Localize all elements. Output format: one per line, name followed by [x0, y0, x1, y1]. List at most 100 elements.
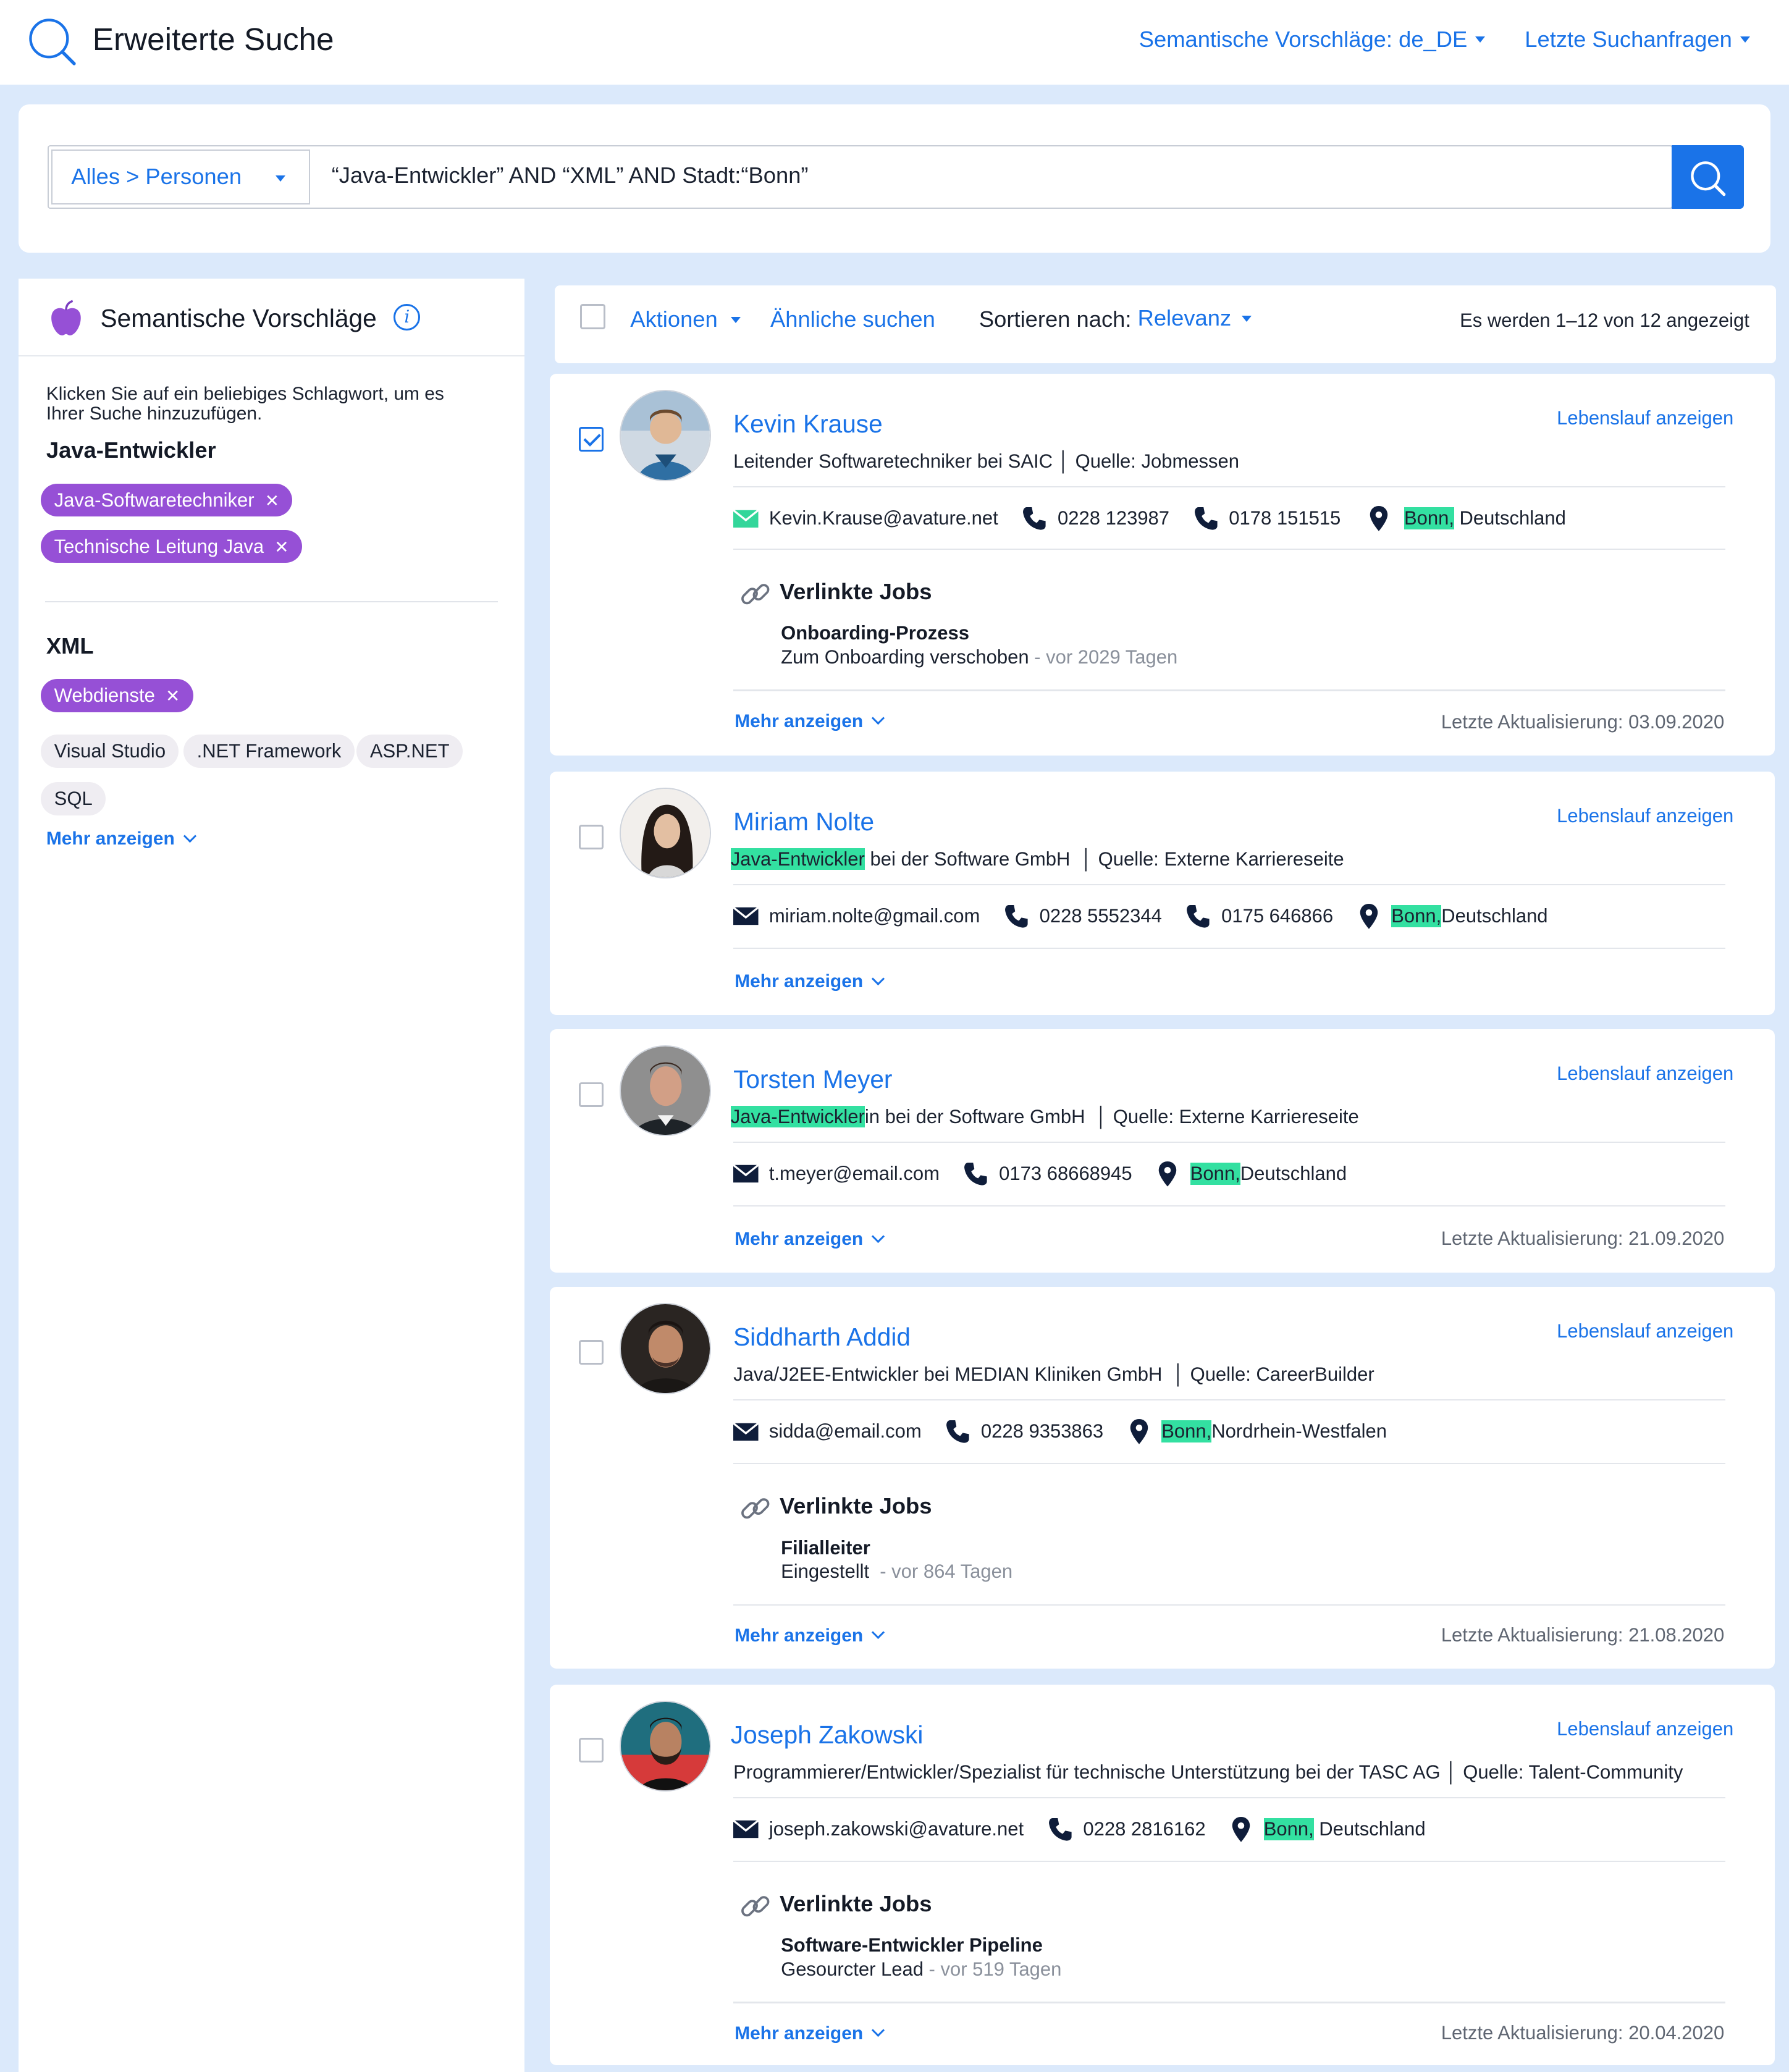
search-icon [1691, 161, 1726, 196]
job-name[interactable]: Filialleiter [781, 1537, 870, 1559]
keyword-chip[interactable]: Technische Leitung Java ✕ [41, 529, 302, 563]
info-icon[interactable]: i [394, 303, 421, 331]
actions-menu[interactable]: Aktionen [630, 306, 741, 332]
divider [733, 947, 1726, 949]
view-cv-link[interactable]: Lebenslauf anzeigen [1557, 1718, 1733, 1740]
show-more-label: Mehr anzeigen [735, 1625, 864, 1646]
candidate-name[interactable]: Kevin Krause [733, 410, 883, 439]
result-checkbox[interactable] [578, 1082, 604, 1108]
last-updated: Letzte Aktualisierung: 21.09.2020 [1441, 1228, 1725, 1250]
result-checkbox[interactable] [578, 1737, 604, 1763]
sort-select[interactable]: Relevanz [1138, 305, 1252, 331]
contact-row: sidda@email.com 0228 9353863 Bonn, Nordrh… [733, 1419, 1410, 1444]
semantic-suggestions-panel: Semantische Vorschläge i Klicken Sie auf… [18, 279, 525, 2072]
divider [733, 883, 1726, 886]
result-checkbox[interactable] [578, 824, 604, 850]
phone-item[interactable]: 0228 5552344 [1004, 904, 1162, 929]
email-item[interactable]: sidda@email.com [733, 1420, 922, 1442]
show-more-link[interactable]: Mehr anzeigen [735, 1625, 885, 1646]
mail-icon [733, 1423, 759, 1441]
divider [733, 548, 1726, 550]
remove-icon[interactable]: ✕ [166, 686, 180, 705]
region-text: Nordrhein-Westfalen [1211, 1420, 1387, 1442]
email-text: miriam.nolte@gmail.com [768, 905, 980, 927]
search-button[interactable] [1671, 145, 1745, 209]
phone-text: 0175 646866 [1221, 905, 1334, 927]
keyword-chip[interactable]: Webdienste ✕ [41, 679, 193, 712]
search-input[interactable]: “Java-Entwickler” AND “XML” AND Stadt:“B… [332, 162, 809, 188]
remove-icon[interactable]: ✕ [274, 537, 288, 557]
show-more-link[interactable]: Mehr anzeigen [735, 2023, 885, 2044]
show-more-label: Mehr anzeigen [735, 710, 864, 731]
show-more-link[interactable]: Mehr anzeigen [735, 1229, 885, 1250]
phone-item[interactable]: 0228 123987 [1022, 506, 1169, 531]
keyword-chip[interactable]: Java-Softwaretechniker ✕ [41, 483, 293, 517]
job-name[interactable]: Software-Entwickler Pipeline [781, 1934, 1043, 1956]
phone-item[interactable]: 0175 646866 [1185, 904, 1333, 929]
source-text: Quelle: Externe Karriereseite [1113, 1106, 1359, 1128]
email-item[interactable]: joseph.zakowski@avature.net [733, 1818, 1024, 1840]
chevron-down-icon [183, 829, 196, 843]
view-cv-link[interactable]: Lebenslauf anzeigen [1557, 1320, 1733, 1342]
select-all-checkbox[interactable] [579, 303, 605, 329]
divider [733, 1142, 1726, 1143]
view-cv-link[interactable]: Lebenslauf anzeigen [1557, 805, 1733, 827]
result-checkbox[interactable] [578, 1339, 604, 1365]
candidate-name[interactable]: Miriam Nolte [733, 807, 874, 836]
view-cv-link[interactable]: Lebenslauf anzeigen [1557, 1063, 1733, 1085]
headline-highlight: Java-Entwickler [730, 1106, 865, 1128]
avatar [620, 1045, 711, 1137]
phone-text: 0228 2816162 [1083, 1818, 1206, 1840]
source-text: Quelle: Externe Karriereseite [1098, 848, 1344, 870]
phone-item[interactable]: 0228 2816162 [1048, 1817, 1206, 1842]
phone-text: 0228 5552344 [1039, 905, 1162, 927]
candidate-name[interactable]: Joseph Zakowski [731, 1720, 924, 1750]
chip-label: Technische Leitung Java [54, 535, 264, 557]
search-bar: Alles > Personen “Java-Entwickler” AND “… [47, 145, 1673, 209]
phone-item[interactable]: 0178 151515 [1193, 506, 1341, 531]
phone-item[interactable]: 0228 9353863 [945, 1419, 1103, 1444]
actions-label: Aktionen [630, 306, 718, 332]
semantic-suggestions-menu[interactable]: Semantische Vorschläge: de_DE [1139, 26, 1486, 53]
sort-label: Sortieren nach: [979, 306, 1132, 332]
remove-icon[interactable]: ✕ [265, 491, 279, 510]
location-pin-icon [1370, 506, 1388, 531]
last-updated: Letzte Aktualisierung: 03.09.2020 [1441, 710, 1725, 733]
chevron-down-icon [872, 2024, 885, 2037]
candidate-name[interactable]: Siddharth Addid [733, 1323, 911, 1352]
divider [733, 1399, 1726, 1401]
suggestion-chip[interactable]: ASP.NET [356, 735, 463, 768]
result-card: Kevin Krause Lebenslauf anzeigen Leitend… [549, 374, 1775, 756]
show-more-link[interactable]: Mehr anzeigen [46, 828, 196, 849]
suggestion-chip[interactable]: .NET Framework [183, 735, 355, 768]
city-text: Bonn, [1161, 1420, 1212, 1443]
email-item[interactable]: miriam.nolte@gmail.com [733, 905, 980, 927]
suggestion-chip[interactable]: Visual Studio [41, 735, 179, 768]
chevron-down-icon [872, 1626, 885, 1640]
email-item[interactable]: t.meyer@email.com [733, 1163, 940, 1185]
semantic-suggestions-label: Semantische Vorschläge: de_DE [1139, 26, 1468, 52]
find-similar-button[interactable]: Ähnliche suchen [770, 306, 935, 332]
contact-row: Kevin.Krause@avature.net 0228 123987 017… [733, 506, 1589, 531]
result-card: Siddharth Addid Lebenslauf anzeigen Java… [549, 1287, 1775, 1669]
location-item: Bonn, Nordrhein-Westfalen [1130, 1419, 1387, 1444]
candidate-name[interactable]: Torsten Meyer [733, 1065, 892, 1094]
phone-icon [963, 1161, 988, 1187]
linked-jobs-title: Verlinkte Jobs [779, 1493, 932, 1518]
show-more-link[interactable]: Mehr anzeigen [735, 710, 885, 732]
divider [733, 2002, 1726, 2003]
phone-item[interactable]: 0173 68668945 [963, 1161, 1132, 1187]
scope-select[interactable]: Alles > Personen [51, 149, 311, 205]
email-item[interactable]: Kevin.Krause@avature.net [733, 507, 998, 529]
chevron-down-icon [872, 1229, 885, 1243]
headline-text: Leitender Softwaretechniker bei SAIC [733, 450, 1053, 473]
result-checkbox[interactable] [578, 426, 604, 452]
job-name[interactable]: Onboarding-Prozess [781, 622, 969, 644]
recent-searches-menu[interactable]: Letzte Suchanfragen [1525, 27, 1750, 53]
show-more-link[interactable]: Mehr anzeigen [735, 971, 885, 992]
suggestion-chip[interactable]: SQL [41, 782, 106, 815]
job-status-text: Zum Onboarding verschoben [781, 646, 1029, 668]
phone-text: 0228 123987 [1058, 507, 1170, 529]
view-cv-link[interactable]: Lebenslauf anzeigen [1557, 407, 1733, 429]
show-more-label: Mehr anzeigen [735, 971, 864, 992]
